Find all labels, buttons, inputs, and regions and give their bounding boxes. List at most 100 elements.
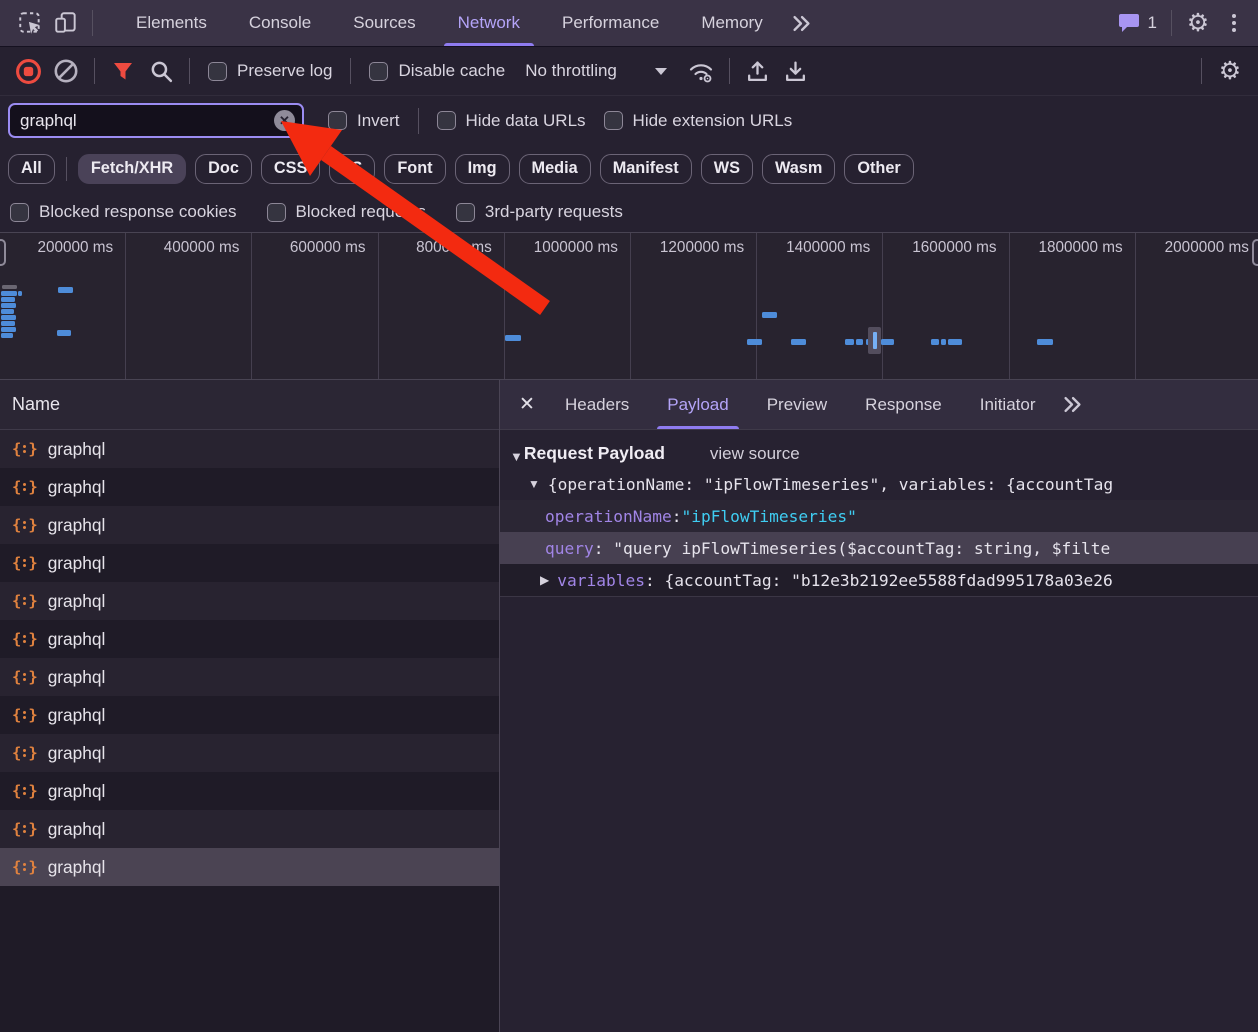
timeline-request-bar[interactable] bbox=[1, 321, 15, 326]
filter-chip-doc[interactable]: Doc bbox=[195, 154, 252, 184]
timeline-request-bar[interactable] bbox=[931, 339, 939, 345]
request-row[interactable]: {}graphql bbox=[0, 506, 499, 544]
close-details-icon[interactable]: ✕ bbox=[508, 393, 546, 416]
timeline-request-bar[interactable] bbox=[1, 333, 13, 338]
filter-chip-font[interactable]: Font bbox=[384, 154, 445, 184]
collapsed-triangle-icon[interactable]: ▶ bbox=[540, 573, 549, 587]
checkbox[interactable] bbox=[10, 203, 29, 222]
detail-tab-headers[interactable]: Headers bbox=[546, 380, 648, 429]
payload-row[interactable]: operationName: "ipFlowTimeseries" bbox=[500, 500, 1258, 532]
tab-sources[interactable]: Sources bbox=[332, 0, 436, 46]
timeline-request-bar[interactable] bbox=[941, 339, 946, 345]
request-row[interactable]: {}graphql bbox=[0, 848, 499, 886]
request-row[interactable]: {}graphql bbox=[0, 734, 499, 772]
timeline-request-bar[interactable] bbox=[57, 330, 71, 336]
timeline-request-bar[interactable] bbox=[1, 303, 16, 308]
detail-tab-preview[interactable]: Preview bbox=[748, 380, 846, 429]
collapse-triangle-icon[interactable]: ▼ bbox=[510, 449, 523, 464]
issues-button[interactable]: 1 bbox=[1117, 12, 1157, 34]
import-har-icon[interactable] bbox=[740, 53, 776, 89]
export-har-icon[interactable] bbox=[778, 53, 814, 89]
disable-cache-checkbox[interactable]: Disable cache bbox=[369, 61, 505, 81]
timeline-request-bar[interactable] bbox=[881, 339, 894, 345]
request-row[interactable]: {}graphql bbox=[0, 696, 499, 734]
hide-data-urls-checkbox[interactable]: Hide data URLs bbox=[437, 111, 586, 131]
preserve-log-checkbox[interactable]: Preserve log bbox=[208, 61, 332, 81]
tab-network[interactable]: Network bbox=[437, 0, 541, 46]
request-row[interactable]: {}graphql bbox=[0, 544, 499, 582]
timeline-scroll-handle-left[interactable] bbox=[0, 239, 6, 266]
checkbox[interactable] bbox=[604, 111, 623, 130]
timeline-request-bar[interactable] bbox=[58, 287, 73, 293]
3rd-party-requests-checkbox[interactable]: 3rd-party requests bbox=[456, 202, 623, 222]
invert-checkbox[interactable]: Invert bbox=[328, 111, 400, 131]
filter-chip-all[interactable]: All bbox=[8, 154, 55, 184]
filter-input[interactable] bbox=[10, 111, 302, 131]
detail-tab-response[interactable]: Response bbox=[846, 380, 961, 429]
tab-console[interactable]: Console bbox=[228, 0, 332, 46]
device-toolbar-icon[interactable] bbox=[48, 5, 84, 41]
timeline-request-bar[interactable] bbox=[747, 339, 762, 345]
timeline-request-bar[interactable] bbox=[791, 339, 806, 345]
checkbox[interactable] bbox=[369, 62, 388, 81]
request-row[interactable]: {}graphql bbox=[0, 658, 499, 696]
network-settings-gear-icon[interactable]: ⚙ bbox=[1212, 53, 1248, 89]
checkbox[interactable] bbox=[328, 111, 347, 130]
checkbox[interactable] bbox=[267, 203, 286, 222]
request-row[interactable]: {}graphql bbox=[0, 772, 499, 810]
network-conditions-icon[interactable] bbox=[683, 53, 719, 89]
timeline-selected-marker[interactable] bbox=[868, 327, 881, 354]
checkbox[interactable] bbox=[208, 62, 227, 81]
more-tabs-icon[interactable] bbox=[784, 5, 820, 41]
tab-elements[interactable]: Elements bbox=[115, 0, 228, 46]
payload-row[interactable]: query: "query ipFlowTimeseries($accountT… bbox=[500, 532, 1258, 564]
request-row[interactable]: {}graphql bbox=[0, 810, 499, 848]
throttling-select[interactable]: No throttling bbox=[525, 61, 667, 81]
kebab-menu-icon[interactable] bbox=[1216, 5, 1252, 41]
timeline-request-bar[interactable] bbox=[1, 327, 16, 332]
request-row[interactable]: {}graphql bbox=[0, 468, 499, 506]
payload-row[interactable]: ▼{operationName: "ipFlowTimeseries", var… bbox=[500, 468, 1258, 500]
expanded-triangle-icon[interactable]: ▼ bbox=[528, 477, 540, 491]
settings-gear-icon[interactable]: ⚙ bbox=[1180, 5, 1216, 41]
checkbox[interactable] bbox=[437, 111, 456, 130]
blocked-response-cookies-checkbox[interactable]: Blocked response cookies bbox=[10, 202, 237, 222]
request-row[interactable]: {}graphql bbox=[0, 582, 499, 620]
timeline-request-bar[interactable] bbox=[845, 339, 854, 345]
timeline-request-bar[interactable] bbox=[856, 339, 863, 345]
payload-row[interactable]: ▶variables: {accountTag: "b12e3b2192ee55… bbox=[500, 564, 1258, 596]
checkbox[interactable] bbox=[456, 203, 475, 222]
inspect-element-icon[interactable] bbox=[12, 5, 48, 41]
view-source-link[interactable]: view source bbox=[710, 444, 800, 464]
filter-chip-wasm[interactable]: Wasm bbox=[762, 154, 835, 184]
clear-filter-icon[interactable]: ✕ bbox=[274, 110, 295, 131]
request-row[interactable]: {}graphql bbox=[0, 430, 499, 468]
filter-chip-media[interactable]: Media bbox=[519, 154, 591, 184]
timeline-request-bar[interactable] bbox=[1, 291, 17, 296]
hide-extension-urls-checkbox[interactable]: Hide extension URLs bbox=[604, 111, 793, 131]
timeline-scroll-handle-right[interactable] bbox=[1252, 239, 1258, 266]
detail-tab-initiator[interactable]: Initiator bbox=[961, 380, 1055, 429]
record-network-log-icon[interactable] bbox=[10, 53, 46, 89]
filter-chip-other[interactable]: Other bbox=[844, 154, 913, 184]
request-row[interactable]: {}graphql bbox=[0, 620, 499, 658]
more-detail-tabs-icon[interactable] bbox=[1054, 387, 1090, 423]
clear-network-log-icon[interactable] bbox=[48, 53, 84, 89]
filter-chip-fetch-xhr[interactable]: Fetch/XHR bbox=[78, 154, 186, 184]
filter-chip-manifest[interactable]: Manifest bbox=[600, 154, 692, 184]
timeline-request-bar[interactable] bbox=[948, 339, 962, 345]
timeline-request-bar[interactable] bbox=[762, 312, 777, 318]
filter-chip-img[interactable]: Img bbox=[455, 154, 510, 184]
search-icon[interactable] bbox=[143, 53, 179, 89]
timeline-request-bar[interactable] bbox=[1, 309, 14, 314]
filter-chip-css[interactable]: CSS bbox=[261, 154, 320, 184]
timeline-request-bar[interactable] bbox=[2, 285, 17, 289]
name-column-header[interactable]: Name bbox=[0, 380, 499, 430]
filter-funnel-icon[interactable] bbox=[105, 53, 141, 89]
detail-tab-payload[interactable]: Payload bbox=[648, 380, 747, 429]
tab-memory[interactable]: Memory bbox=[680, 0, 783, 46]
timeline-request-bar[interactable] bbox=[1, 297, 15, 302]
filter-chip-js[interactable]: JS bbox=[329, 154, 375, 184]
timeline-request-bar[interactable] bbox=[505, 335, 521, 341]
blocked-requests-checkbox[interactable]: Blocked requests bbox=[267, 202, 426, 222]
